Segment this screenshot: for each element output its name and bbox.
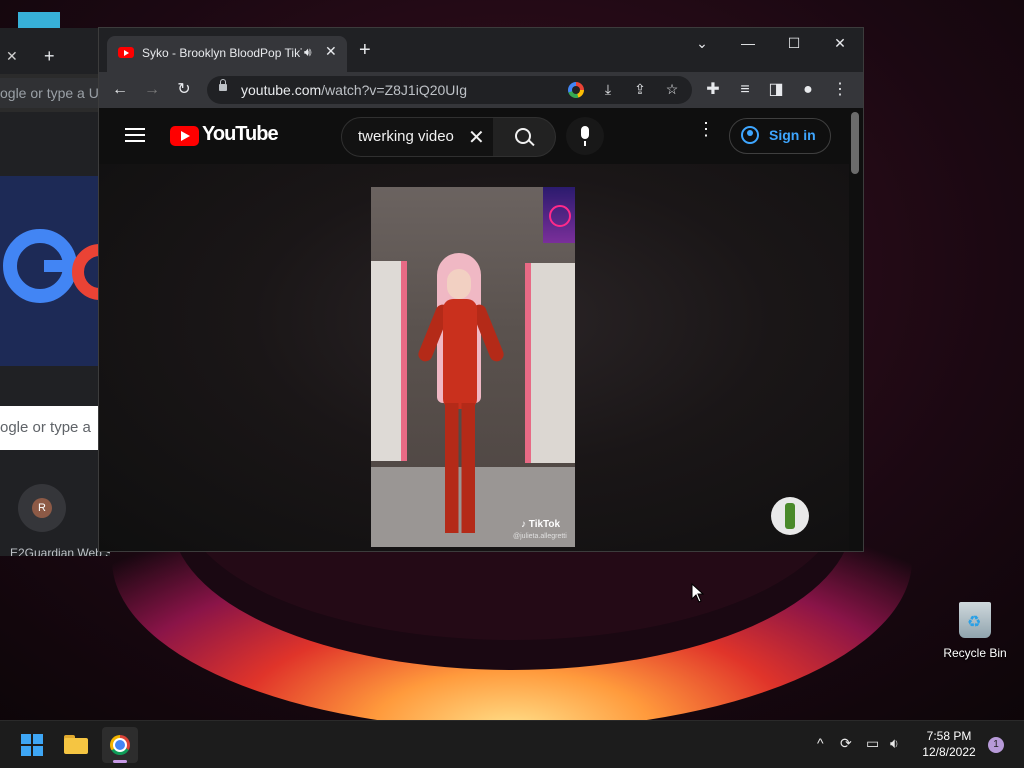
recycle-bin-icon[interactable]: ♻ [955,598,995,640]
video-shelf-right [525,263,575,463]
channel-sticker-icon [543,187,575,243]
video-frame[interactable]: ♪ TikTok @julieta.allegretti [371,187,575,547]
youtube-header: YouTube twerking video ✕ ⋮ Sign in [99,108,863,164]
clock-time: 7:58 PM [926,729,972,743]
channel-avatar-icon[interactable] [771,497,809,535]
reload-icon[interactable]: ↻ [173,80,195,100]
new-tab-button[interactable]: + [359,40,371,60]
clear-search-icon[interactable]: ✕ [468,125,485,150]
shortcut-labels: E2Guardian Web Store Add shortcut [10,546,110,556]
sync-icon[interactable]: ⟳ [840,735,852,752]
search-icon [515,128,531,144]
extensions-icon[interactable]: ✚ [702,80,724,100]
network-icon[interactable]: ▭ [866,735,879,752]
close-icon[interactable]: ✕ [6,48,18,65]
back-omnibox[interactable]: ogle or type a URL [0,78,110,108]
video-subject [416,253,509,543]
url-text[interactable]: youtube.com/watch?v=Z8J1iQ20UIg [241,82,467,98]
file-explorer-icon[interactable] [58,727,94,763]
clock-date: 12/8/2022 [922,745,976,759]
share-icon[interactable]: ⇪ [631,81,649,98]
minimize-button[interactable]: — [725,28,771,58]
search-button[interactable] [493,117,556,157]
title-bar: Syko - Brooklyn BloodPop TikTok 🔊︎ ✕ + ⌄… [99,28,863,72]
address-bar[interactable]: youtube.com/watch?v=Z8J1iQ20UIg ⤓ ⇪ ☆ [207,76,692,104]
background-browser-window[interactable]: ✕ + ogle or type a URL ogle or type a R … [0,28,110,556]
tiktok-username: @julieta.allegretti [513,533,567,540]
notification-badge[interactable]: 1 [988,737,1004,753]
microphone-icon [581,126,589,146]
media-queue-icon[interactable]: ≡ [734,80,756,100]
video-player[interactable]: ♪ TikTok @julieta.allegretti [99,164,849,551]
google-doodle[interactable] [0,176,110,366]
account-icon [741,126,759,144]
side-panel-icon[interactable]: ◨ [765,80,787,100]
taskbar: ^ ⟳ ▭ 🔉︎ 7:58 PM 12/8/2022 1 [0,720,1024,768]
start-button[interactable] [14,727,50,763]
active-tab[interactable]: Syko - Brooklyn BloodPop TikTok 🔊︎ ✕ [107,36,347,72]
bookmark-star-icon[interactable]: ☆ [663,81,681,98]
back-search-box[interactable]: ogle or type a [0,406,110,450]
google-logo-icon [3,229,110,303]
system-clock[interactable]: 7:58 PM 12/8/2022 [916,728,982,760]
tab-close-icon[interactable]: ✕ [325,43,337,60]
lock-icon[interactable] [219,79,227,91]
video-shelf-left [371,261,407,461]
recycle-bin-label[interactable]: Recycle Bin [940,646,1010,660]
youtube-logo-icon[interactable] [170,126,199,146]
voice-search-button[interactable] [566,117,604,155]
page-scrollbar[interactable] [851,112,859,174]
close-window-button[interactable]: ✕ [817,28,863,58]
search-input[interactable]: twerking video ✕ [341,117,495,157]
youtube-favicon-icon [118,47,134,58]
back-tab-bar: ✕ + [0,28,110,74]
maximize-button[interactable]: ☐ [771,28,817,58]
google-lens-icon[interactable] [568,82,584,98]
back-arrow-icon[interactable]: ← [109,80,131,100]
sign-in-label: Sign in [769,127,816,143]
browser-window[interactable]: Syko - Brooklyn BloodPop TikTok 🔊︎ ✕ + ⌄… [99,28,863,551]
search-query[interactable]: twerking video [358,128,454,145]
settings-more-icon[interactable]: ⋮ [697,120,715,138]
youtube-logo-text[interactable]: YouTube [202,123,279,146]
chrome-menu-icon[interactable]: ⋮ [829,80,851,100]
profile-icon[interactable]: ● [797,80,819,100]
shortcut-initial: R [32,498,52,518]
menu-icon[interactable] [125,128,145,142]
new-tab-icon[interactable]: + [44,46,55,67]
chrome-taskbar-icon[interactable] [102,727,138,763]
tab-search-icon[interactable]: ⌄ [679,28,725,58]
speaker-icon[interactable]: 🔊︎ [304,45,312,60]
volume-icon[interactable]: 🔉︎ [890,735,899,752]
forward-arrow-icon[interactable]: → [141,80,163,100]
browser-toolbar: ← → ↻ youtube.com/watch?v=Z8J1iQ20UIg ⤓ … [99,72,863,108]
sign-in-button[interactable]: Sign in [729,118,831,154]
shortcut-tile[interactable]: R [18,484,66,532]
install-app-icon[interactable]: ⤓ [599,81,617,98]
youtube-page: YouTube twerking video ✕ ⋮ Sign in ♪ Tik… [99,108,863,551]
tiktok-watermark: ♪ TikTok [521,519,561,530]
tab-title: Syko - Brooklyn BloodPop TikTok [142,46,302,60]
show-hidden-icons[interactable]: ^ [817,735,824,751]
